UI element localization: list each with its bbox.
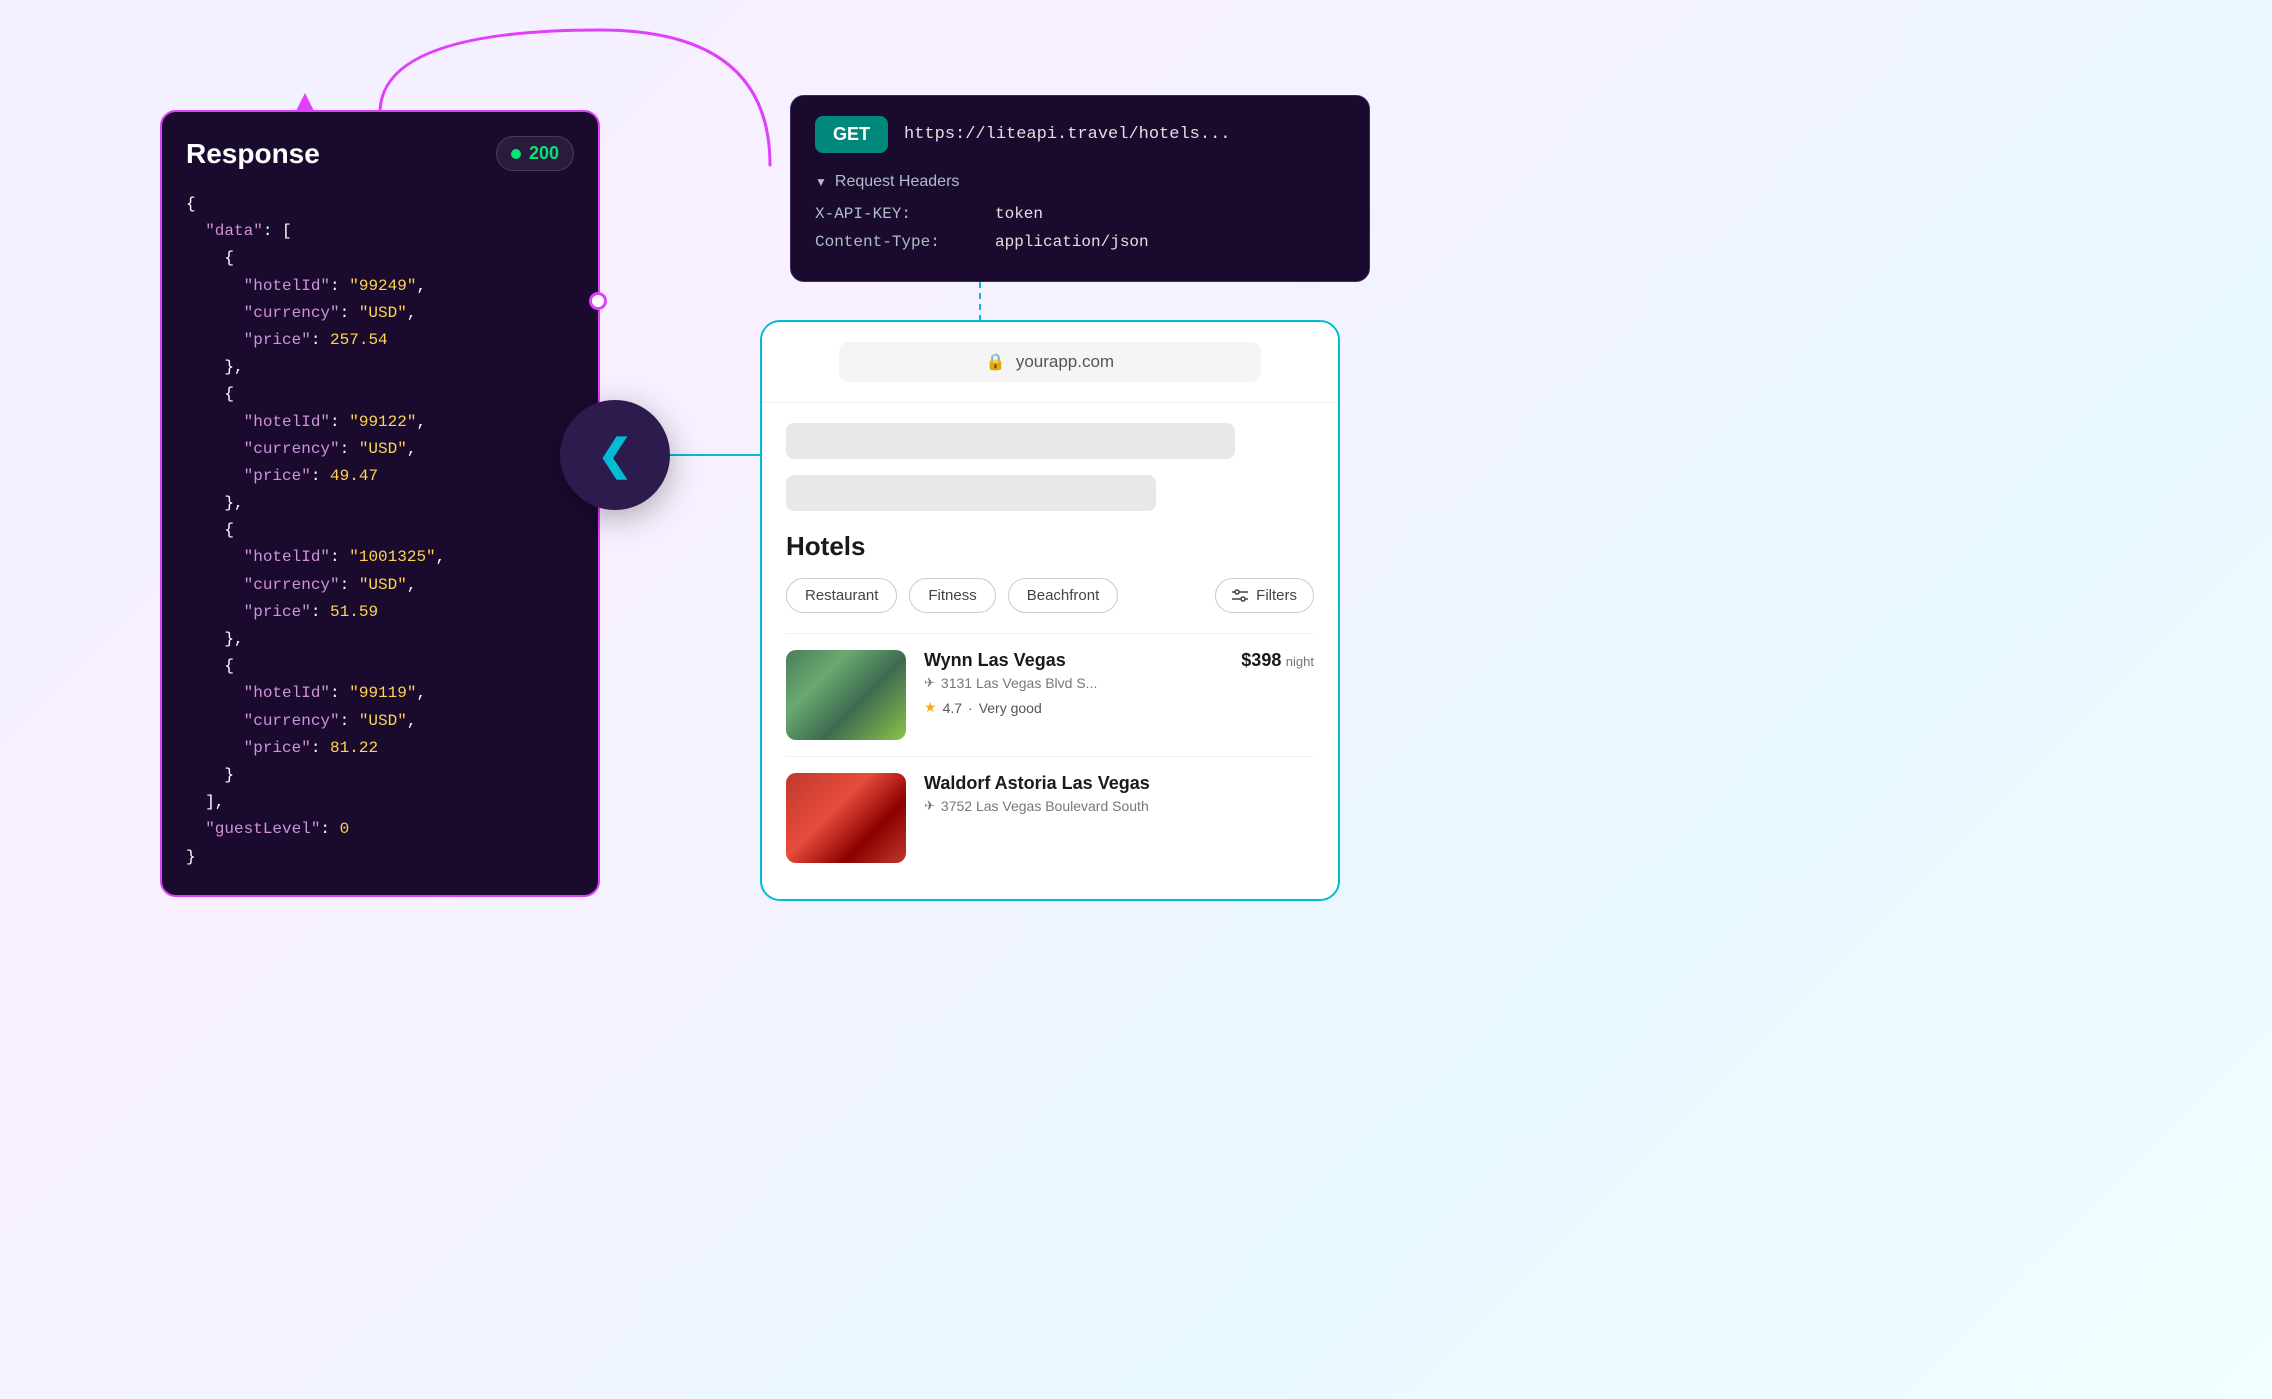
response-card: Response 200 { "data": [ { "hotelId": "9… <box>160 110 600 897</box>
hotel-info-waldorf: Waldorf Astoria Las Vegas ✈ 3752 Las Veg… <box>924 773 1314 822</box>
api-request-card: GET https://liteapi.travel/hotels... ▼ R… <box>790 95 1370 282</box>
hotel-image-waldorf <box>786 773 906 863</box>
browser-content: Hotels Restaurant Fitness Beachfront Fil… <box>762 403 1338 899</box>
filter-chip-restaurant[interactable]: Restaurant <box>786 578 897 613</box>
response-title: Response <box>186 138 320 170</box>
header-content-type-value: application/json <box>995 233 1149 251</box>
header-key-value: token <box>995 205 1043 223</box>
hotels-section-title: Hotels <box>786 531 1314 562</box>
location-icon-2: ✈ <box>924 798 935 814</box>
filter-row: Restaurant Fitness Beachfront Filters <box>786 578 1314 613</box>
status-dot <box>511 149 521 159</box>
browser-address-bar: 🔒 yourapp.com <box>762 322 1338 403</box>
api-method-row: GET https://liteapi.travel/hotels... <box>815 116 1345 153</box>
placeholder-bar-1 <box>786 423 1235 459</box>
header-key-label: X-API-KEY: <box>815 205 955 223</box>
hotel-name-wynn: Wynn Las Vegas <box>924 650 1206 671</box>
response-header: Response 200 <box>186 136 574 171</box>
http-method-badge: GET <box>815 116 888 153</box>
status-code: 200 <box>529 143 559 164</box>
header-row-api-key: X-API-KEY: token <box>815 205 1345 223</box>
liteapi-logo: ❮ <box>560 400 670 510</box>
logo-chevron-icon: ❮ <box>597 434 632 476</box>
address-bar-inner: 🔒 yourapp.com <box>839 342 1261 382</box>
request-headers-label: ▼ Request Headers <box>815 173 1345 191</box>
hotel-address-wynn: ✈ 3131 Las Vegas Blvd S... <box>924 675 1206 691</box>
hotel-info-wynn: Wynn Las Vegas ✈ 3131 Las Vegas Blvd S..… <box>924 650 1206 716</box>
address-text: yourapp.com <box>1016 352 1114 372</box>
status-badge: 200 <box>496 136 574 171</box>
filter-chip-beachfront[interactable]: Beachfront <box>1008 578 1119 613</box>
hotel-rating-wynn: ★ 4.7 · Very good <box>924 699 1206 716</box>
header-row-content-type: Content-Type: application/json <box>815 233 1345 251</box>
filters-button[interactable]: Filters <box>1215 578 1314 613</box>
hotel-price-wynn: $398 night <box>1224 650 1314 671</box>
header-content-type-label: Content-Type: <box>815 233 955 251</box>
hotel-name-waldorf: Waldorf Astoria Las Vegas <box>924 773 1314 794</box>
sliders-icon <box>1232 589 1248 603</box>
star-icon: ★ <box>924 699 937 716</box>
json-code: { "data": [ { "hotelId": "99249", "curre… <box>186 191 574 871</box>
hotel-row-wynn: Wynn Las Vegas ✈ 3131 Las Vegas Blvd S..… <box>786 633 1314 756</box>
connection-dot-pink <box>589 292 607 310</box>
api-url: https://liteapi.travel/hotels... <box>904 125 1230 144</box>
location-icon: ✈ <box>924 675 935 691</box>
placeholder-bar-2 <box>786 475 1156 511</box>
canvas: Response 200 { "data": [ { "hotelId": "9… <box>0 0 2272 1399</box>
hotel-image-wynn <box>786 650 906 740</box>
browser-card: 🔒 yourapp.com Hotels Restaurant Fitness … <box>760 320 1340 901</box>
hotel-address-waldorf: ✈ 3752 Las Vegas Boulevard South <box>924 798 1314 814</box>
lock-icon: 🔒 <box>986 352 1006 372</box>
filter-chip-fitness[interactable]: Fitness <box>909 578 995 613</box>
chevron-icon: ▼ <box>815 175 827 189</box>
hotel-row-waldorf: Waldorf Astoria Las Vegas ✈ 3752 Las Veg… <box>786 756 1314 879</box>
